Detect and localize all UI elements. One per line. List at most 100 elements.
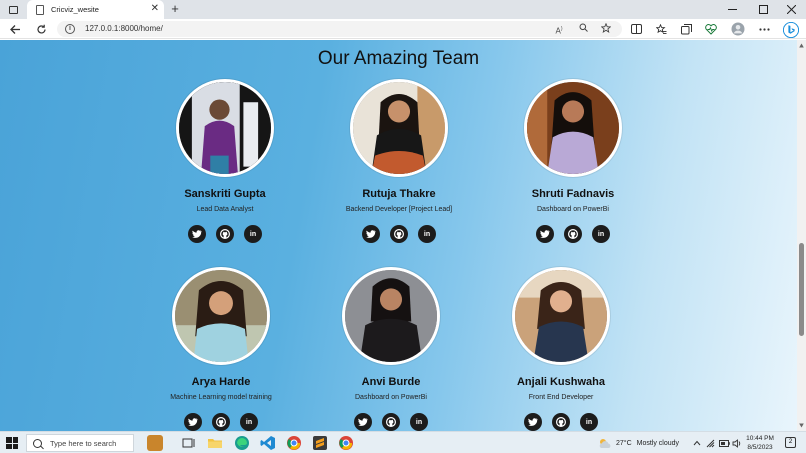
team-card: Sanskriti Gupta Lead Data Analyst in	[135, 79, 315, 243]
task-view-icon[interactable]	[181, 435, 197, 451]
scroll-thumb[interactable]	[799, 243, 804, 336]
member-name: Anjali Kushwaha	[516, 376, 606, 388]
member-role: Machine Learning model training	[170, 394, 272, 401]
linkedin-icon[interactable]: in	[410, 413, 428, 431]
github-icon[interactable]	[212, 413, 230, 431]
tab-title: Cricviz_wesite	[51, 5, 99, 14]
show-hidden-icons-icon[interactable]	[693, 432, 701, 453]
weather-temperature: 27°C	[616, 439, 632, 447]
social-links: in	[471, 413, 651, 431]
chrome-icon[interactable]	[286, 435, 302, 451]
clock-time: 10:44 PM	[746, 435, 774, 442]
member-name: Anvi Burde	[361, 376, 421, 388]
refresh-button[interactable]	[33, 21, 49, 37]
member-name: Shruti Fadnavis	[531, 188, 615, 200]
back-arrow-icon	[9, 24, 20, 34]
profile-avatar-icon	[731, 22, 745, 36]
browser-tab[interactable]: Cricviz_wesite ✕	[27, 0, 164, 19]
github-icon[interactable]	[564, 225, 582, 243]
favorites-button[interactable]	[653, 21, 669, 37]
close-icon	[787, 5, 796, 14]
member-photo	[350, 79, 448, 177]
url-text[interactable]: 127.0.0.1:8000/home/	[85, 23, 163, 35]
team-card: Arya Harde Machine Learning model traini…	[131, 267, 311, 431]
battery-icon[interactable]	[719, 432, 730, 453]
social-links: in	[301, 413, 481, 431]
member-photo	[524, 79, 622, 177]
browser-essentials-button[interactable]	[703, 21, 719, 37]
chrome-profile-icon[interactable]	[338, 435, 354, 451]
edge-browser-icon[interactable]	[234, 435, 250, 451]
split-screen-button[interactable]	[628, 21, 644, 37]
linkedin-icon[interactable]: in	[418, 225, 436, 243]
weather-widget[interactable]: 27°C Mostly cloudy	[598, 432, 679, 453]
tab-strip: Cricviz_wesite ✕ +	[0, 0, 806, 19]
volume-icon[interactable]	[732, 432, 742, 453]
tab-actions-icon	[8, 5, 18, 14]
scroll-down-arrow-icon[interactable]	[799, 423, 804, 428]
team-card: Anjali Kushwaha Front End Developer in	[471, 267, 651, 431]
tab-close-icon[interactable]: ✕	[151, 3, 159, 15]
twitter-icon[interactable]	[362, 225, 380, 243]
social-links: in	[131, 413, 311, 431]
github-icon[interactable]	[390, 225, 408, 243]
more-dots-icon	[758, 27, 770, 31]
scroll-up-arrow-icon[interactable]	[799, 43, 804, 48]
file-explorer-icon[interactable]	[207, 435, 223, 451]
minimize-icon	[728, 9, 737, 10]
windows-start-icon[interactable]	[6, 437, 18, 449]
sublime-text-icon[interactable]	[312, 435, 328, 451]
page-content: Our Amazing Team Sanskriti Gupta Lead Da…	[0, 40, 797, 431]
read-aloud-icon[interactable]: A)	[553, 23, 565, 36]
twitter-icon[interactable]	[524, 413, 542, 431]
bing-chat-button[interactable]	[782, 21, 799, 38]
favorite-star-icon[interactable]	[600, 22, 612, 35]
minimize-button[interactable]	[718, 0, 747, 19]
github-icon[interactable]	[382, 413, 400, 431]
member-role: Front End Developer	[528, 394, 594, 401]
site-info-icon[interactable]: i	[65, 24, 75, 34]
team-card: Rutuja Thakre Backend Developer [Project…	[309, 79, 489, 243]
collections-button[interactable]	[678, 21, 694, 37]
github-icon[interactable]	[216, 225, 234, 243]
github-icon[interactable]	[552, 413, 570, 431]
address-bar[interactable]: i 127.0.0.1:8000/home/ A)	[57, 21, 622, 37]
member-photo	[342, 267, 440, 365]
back-button[interactable]	[7, 21, 23, 37]
maximize-button[interactable]	[749, 0, 778, 19]
close-window-button[interactable]	[777, 0, 806, 19]
vscode-icon[interactable]	[260, 435, 276, 451]
network-icon[interactable]	[706, 432, 715, 453]
linkedin-icon[interactable]: in	[244, 225, 262, 243]
social-links: in	[483, 225, 663, 243]
page-scrollbar[interactable]	[797, 40, 806, 431]
twitter-icon[interactable]	[188, 225, 206, 243]
team-card: Anvi Burde Dashboard on PowerBi in	[301, 267, 481, 431]
social-links: in	[309, 225, 489, 243]
split-screen-icon	[630, 24, 642, 34]
member-name: Arya Harde	[191, 376, 251, 388]
bing-logo-icon	[782, 21, 799, 38]
linkedin-icon[interactable]: in	[240, 413, 258, 431]
twitter-icon[interactable]	[184, 413, 202, 431]
twitter-icon[interactable]	[354, 413, 372, 431]
team-card: Shruti Fadnavis Dashboard on PowerBi in	[483, 79, 663, 243]
member-photo	[512, 267, 610, 365]
taskbar-clock[interactable]: 10:44 PM 8/5/2023	[742, 434, 778, 452]
linkedin-icon[interactable]: in	[592, 225, 610, 243]
briefcase-app-icon[interactable]	[147, 435, 163, 451]
zoom-icon[interactable]	[577, 23, 589, 35]
tab-actions-button[interactable]	[5, 3, 21, 16]
settings-more-button[interactable]	[756, 21, 772, 37]
new-tab-button[interactable]: +	[167, 1, 183, 17]
browser-toolbar: i 127.0.0.1:8000/home/ A)	[0, 19, 806, 39]
member-role: Dashboard on PowerBi	[355, 394, 427, 401]
taskbar-search[interactable]: Type here to search	[26, 434, 134, 452]
member-name: Rutuja Thakre	[362, 188, 436, 200]
linkedin-icon[interactable]: in	[580, 413, 598, 431]
twitter-icon[interactable]	[536, 225, 554, 243]
section-title: Our Amazing Team	[317, 48, 480, 69]
notification-center-icon[interactable]: 2	[785, 437, 796, 448]
member-name: Sanskriti Gupta	[184, 188, 266, 200]
profile-button[interactable]	[730, 21, 746, 37]
